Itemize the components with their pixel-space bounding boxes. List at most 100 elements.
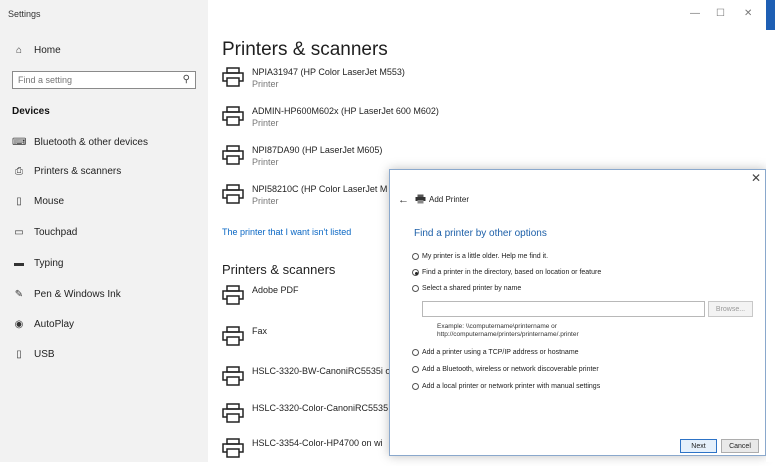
add-printer-dialog: ✕ ← Add Printer Find a printer by other … [389, 169, 766, 456]
page-title: Printers & scanners [222, 39, 388, 60]
option-older-printer[interactable]: My printer is a little older. Help me fi… [412, 253, 548, 260]
radio-button[interactable] [412, 285, 419, 292]
minimize-button[interactable]: — [690, 8, 700, 19]
search-input[interactable] [18, 74, 178, 86]
printer-icon [222, 145, 244, 165]
printer-status: Printer [252, 118, 279, 128]
printer-icon [222, 366, 244, 386]
option-label: Find a printer in the directory, based o… [422, 269, 602, 276]
sidebar-item-usb[interactable]: ▯ USB [12, 344, 55, 364]
option-label: Select a shared printer by name [422, 285, 522, 292]
background-window-edge [766, 0, 775, 462]
option-label: Add a printer using a TCP/IP address or … [422, 349, 579, 356]
sidebar-item-label: Mouse [34, 195, 65, 207]
section-heading: Devices [12, 106, 50, 117]
section-subtitle: Printers & scanners [222, 262, 336, 277]
sidebar-item-autoplay[interactable]: ◉ AutoPlay [12, 314, 74, 334]
sidebar-item-bluetooth[interactable]: ⌨ Bluetooth & other devices [12, 132, 148, 152]
printer-item[interactable]: Fax [222, 326, 267, 354]
printer-status: Printer [252, 196, 279, 206]
dialog-close-button[interactable]: ✕ [751, 171, 761, 185]
autoplay-icon: ◉ [14, 318, 24, 330]
sidebar-home-label: Home [34, 44, 61, 56]
dialog-title: Add Printer [429, 195, 470, 204]
printer-item[interactable]: NPI58210C (HP Color LaserJet M Printer [222, 184, 387, 212]
cancel-button[interactable]: Cancel [721, 439, 759, 453]
usb-icon: ▯ [16, 348, 22, 360]
option-bluetooth-wireless[interactable]: Add a Bluetooth, wireless or network dis… [412, 366, 599, 373]
app-title: Settings [8, 9, 41, 19]
sidebar-item-label: USB [34, 348, 55, 360]
background-window-titlebar [766, 0, 775, 30]
sidebar-item-touchpad[interactable]: ▭ Touchpad [12, 222, 77, 242]
printer-icon: ⎙ [15, 165, 23, 177]
sidebar-item-typing[interactable]: ▬ Typing [12, 253, 63, 273]
printer-icon [222, 438, 244, 458]
mouse-icon: ▯ [16, 195, 22, 207]
printer-icon [222, 403, 244, 423]
radio-button[interactable] [412, 253, 419, 260]
printer-item[interactable]: ADMIN-HP600M602x (HP LaserJet 600 M602) P… [222, 106, 439, 134]
printer-name: Adobe PDF [252, 285, 299, 295]
sidebar-home[interactable]: ⌂ Home [12, 40, 61, 60]
sidebar-item-label: Pen & Windows Ink [34, 288, 121, 300]
printer-icon [222, 285, 244, 305]
printer-name: ADMIN-HP600M602x (HP LaserJet 600 M602) [252, 106, 439, 116]
option-shared-by-name[interactable]: Select a shared printer by name [412, 285, 521, 292]
option-tcpip[interactable]: Add a printer using a TCP/IP address or … [412, 349, 579, 356]
close-button[interactable]: ✕ [744, 8, 752, 19]
dialog-heading: Find a printer by other options [414, 228, 547, 239]
example-line: Example: \\computername\printername or [437, 323, 557, 330]
printer-icon [222, 106, 244, 126]
bluetooth-devices-icon: ⌨ [12, 136, 27, 148]
printer-name: Fax [252, 326, 268, 336]
printer-item[interactable]: NPI87DA90 (HP LaserJet M605) Printer [222, 145, 382, 173]
settings-window: Settings ⌂ Home ⚲ Devices ⌨ Bluetooth & … [0, 0, 766, 462]
printer-status: Printer [252, 157, 279, 167]
pen-icon: ✎ [14, 288, 24, 300]
printer-name: NPI58210C (HP Color LaserJet M [252, 184, 388, 194]
back-button[interactable]: ← [398, 194, 409, 206]
sidebar-item-label: Touchpad [34, 226, 78, 238]
example-text: Example: \\computername\printername or h… [437, 323, 579, 339]
printer-item[interactable]: Adobe PDF [222, 285, 299, 313]
radio-button-selected[interactable] [412, 269, 419, 276]
example-line: http://computername/printers/printername… [437, 331, 579, 338]
option-label: Add a local printer or network printer w… [422, 383, 601, 390]
printer-icon [222, 326, 244, 346]
search-icon[interactable]: ⚲ [183, 74, 190, 85]
sidebar-item-pen[interactable]: ✎ Pen & Windows Ink [12, 284, 121, 304]
radio-button[interactable] [412, 349, 419, 356]
printer-name: NPI87DA90 (HP LaserJet M605) [252, 145, 383, 155]
sidebar-item-label: AutoPlay [34, 318, 75, 330]
printer-not-listed-link[interactable]: The printer that I want isn't listed [222, 227, 351, 237]
add-printer-icon [415, 194, 426, 204]
sidebar-item-printers[interactable]: ⎙ Printers & scanners [12, 161, 121, 181]
sidebar-item-mouse[interactable]: ▯ Mouse [12, 191, 64, 211]
sidebar-item-label: Typing [34, 257, 64, 269]
printer-item[interactable]: HSLC-3320-Color-CanoniRC5535 [222, 403, 388, 431]
shared-printer-name-input[interactable] [422, 301, 705, 317]
option-label: My printer is a little older. Help me fi… [422, 253, 549, 260]
browse-button[interactable]: Browse... [708, 301, 753, 317]
printer-item[interactable]: NPIA31947 (HP Color LaserJet M553) Printe… [222, 67, 405, 95]
next-button[interactable]: Next [680, 439, 717, 453]
option-directory[interactable]: Find a printer in the directory, based o… [412, 269, 601, 276]
printer-name: HSLC-3320-BW-CanoniRC5535i o [252, 366, 391, 376]
option-local-manual[interactable]: Add a local printer or network printer w… [412, 383, 600, 390]
maximize-button[interactable]: ☐ [716, 8, 725, 19]
radio-button[interactable] [412, 366, 419, 373]
printer-item[interactable]: HSLC-3320-BW-CanoniRC5535i o [222, 366, 390, 394]
printer-icon [222, 67, 244, 87]
option-label: Add a Bluetooth, wireless or network dis… [422, 366, 599, 373]
sidebar-item-label: Printers & scanners [34, 165, 122, 177]
keyboard-icon: ▬ [14, 257, 24, 269]
radio-button[interactable] [412, 383, 419, 390]
sidebar: Settings ⌂ Home ⚲ Devices ⌨ Bluetooth & … [0, 0, 208, 462]
printer-name: NPIA31947 (HP Color LaserJet M553) [252, 67, 405, 77]
printer-name: HSLC-3354-Color-HP4700 on wi [252, 438, 383, 448]
search-box[interactable]: ⚲ [12, 71, 196, 89]
sidebar-item-label: Bluetooth & other devices [34, 136, 148, 148]
printer-icon [222, 184, 244, 204]
printer-name: HSLC-3320-Color-CanoniRC5535 [252, 403, 389, 413]
